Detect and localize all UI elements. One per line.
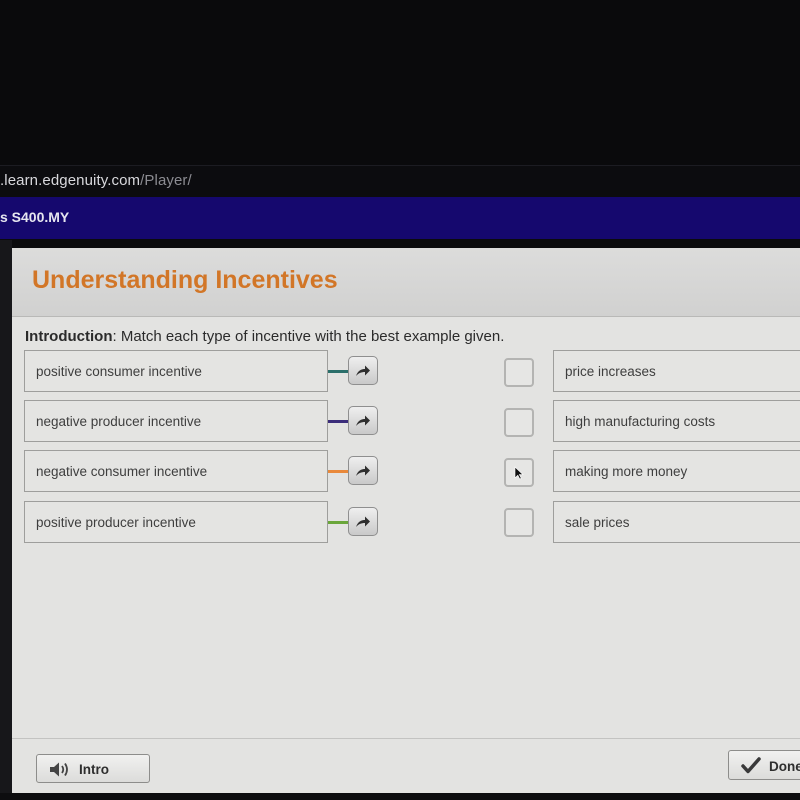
right-item[interactable]: making more money <box>553 450 800 492</box>
match-arrow-button[interactable] <box>348 456 378 485</box>
right-item-label: price increases <box>565 364 656 379</box>
checkmark-icon <box>741 757 761 774</box>
match-arrow-button[interactable] <box>348 406 378 435</box>
mouse-pointer-icon <box>514 466 524 480</box>
left-item[interactable]: positive producer incentive <box>24 501 328 543</box>
match-arrow-button[interactable] <box>348 356 378 385</box>
left-item-label: positive producer incentive <box>36 515 196 530</box>
right-item-label: making more money <box>565 464 688 479</box>
right-item-label: high manufacturing costs <box>565 414 716 429</box>
connector-line <box>328 420 348 423</box>
instructions-label: Introduction <box>25 328 113 345</box>
intro-label: Intro <box>79 762 109 777</box>
target-slot[interactable] <box>504 358 534 387</box>
done-button[interactable]: Done <box>728 750 800 780</box>
monitor-bezel <box>0 0 800 165</box>
instructions: Introduction: Match each type of incenti… <box>25 328 504 345</box>
connector-line <box>328 470 348 473</box>
activity-header: Understanding Incentives <box>12 248 800 317</box>
curved-arrow-right-icon <box>356 365 370 376</box>
right-item-label: sale prices <box>565 515 630 530</box>
left-item[interactable]: positive consumer incentive <box>24 350 328 392</box>
course-title: s S400.MY <box>0 209 70 225</box>
left-item[interactable]: negative consumer incentive <box>24 450 328 492</box>
left-item-label: positive consumer incentive <box>36 364 202 379</box>
course-header-bar: s S400.MY <box>0 197 800 239</box>
match-arrow-button[interactable] <box>348 507 378 536</box>
right-item[interactable]: sale prices <box>553 501 800 543</box>
speaker-icon <box>50 762 68 777</box>
footer-divider <box>12 738 800 739</box>
connector-line <box>328 521 348 524</box>
right-item[interactable]: high manufacturing costs <box>553 400 800 442</box>
url-path: /Player/ <box>140 172 192 189</box>
left-item-label: negative consumer incentive <box>36 464 208 479</box>
curved-arrow-right-icon <box>356 415 370 426</box>
left-item[interactable]: negative producer incentive <box>24 400 328 442</box>
done-label: Done <box>769 759 800 774</box>
url-text[interactable]: .learn.edgenuity.com/Player/ <box>0 172 192 189</box>
connector-line <box>328 370 348 373</box>
curved-arrow-right-icon <box>356 465 370 476</box>
activity-title: Understanding Incentives <box>32 266 338 294</box>
url-domain: .learn.edgenuity.com <box>0 172 141 189</box>
target-slot[interactable] <box>504 408 534 437</box>
left-item-label: negative producer incentive <box>36 414 202 429</box>
browser-address-bar[interactable]: .learn.edgenuity.com/Player/ <box>0 165 800 198</box>
curved-arrow-right-icon <box>356 516 370 527</box>
monitor-bezel-bottom <box>0 793 800 800</box>
right-item[interactable]: price increases <box>553 350 800 392</box>
instructions-text: : Match each type of incentive with the … <box>112 328 505 345</box>
target-slot[interactable] <box>504 458 534 487</box>
intro-audio-button[interactable]: Intro <box>36 754 150 783</box>
sidebar-strip <box>0 240 12 800</box>
activity-panel: Understanding Incentives Introduction: M… <box>12 248 800 800</box>
target-slot[interactable] <box>504 508 534 537</box>
